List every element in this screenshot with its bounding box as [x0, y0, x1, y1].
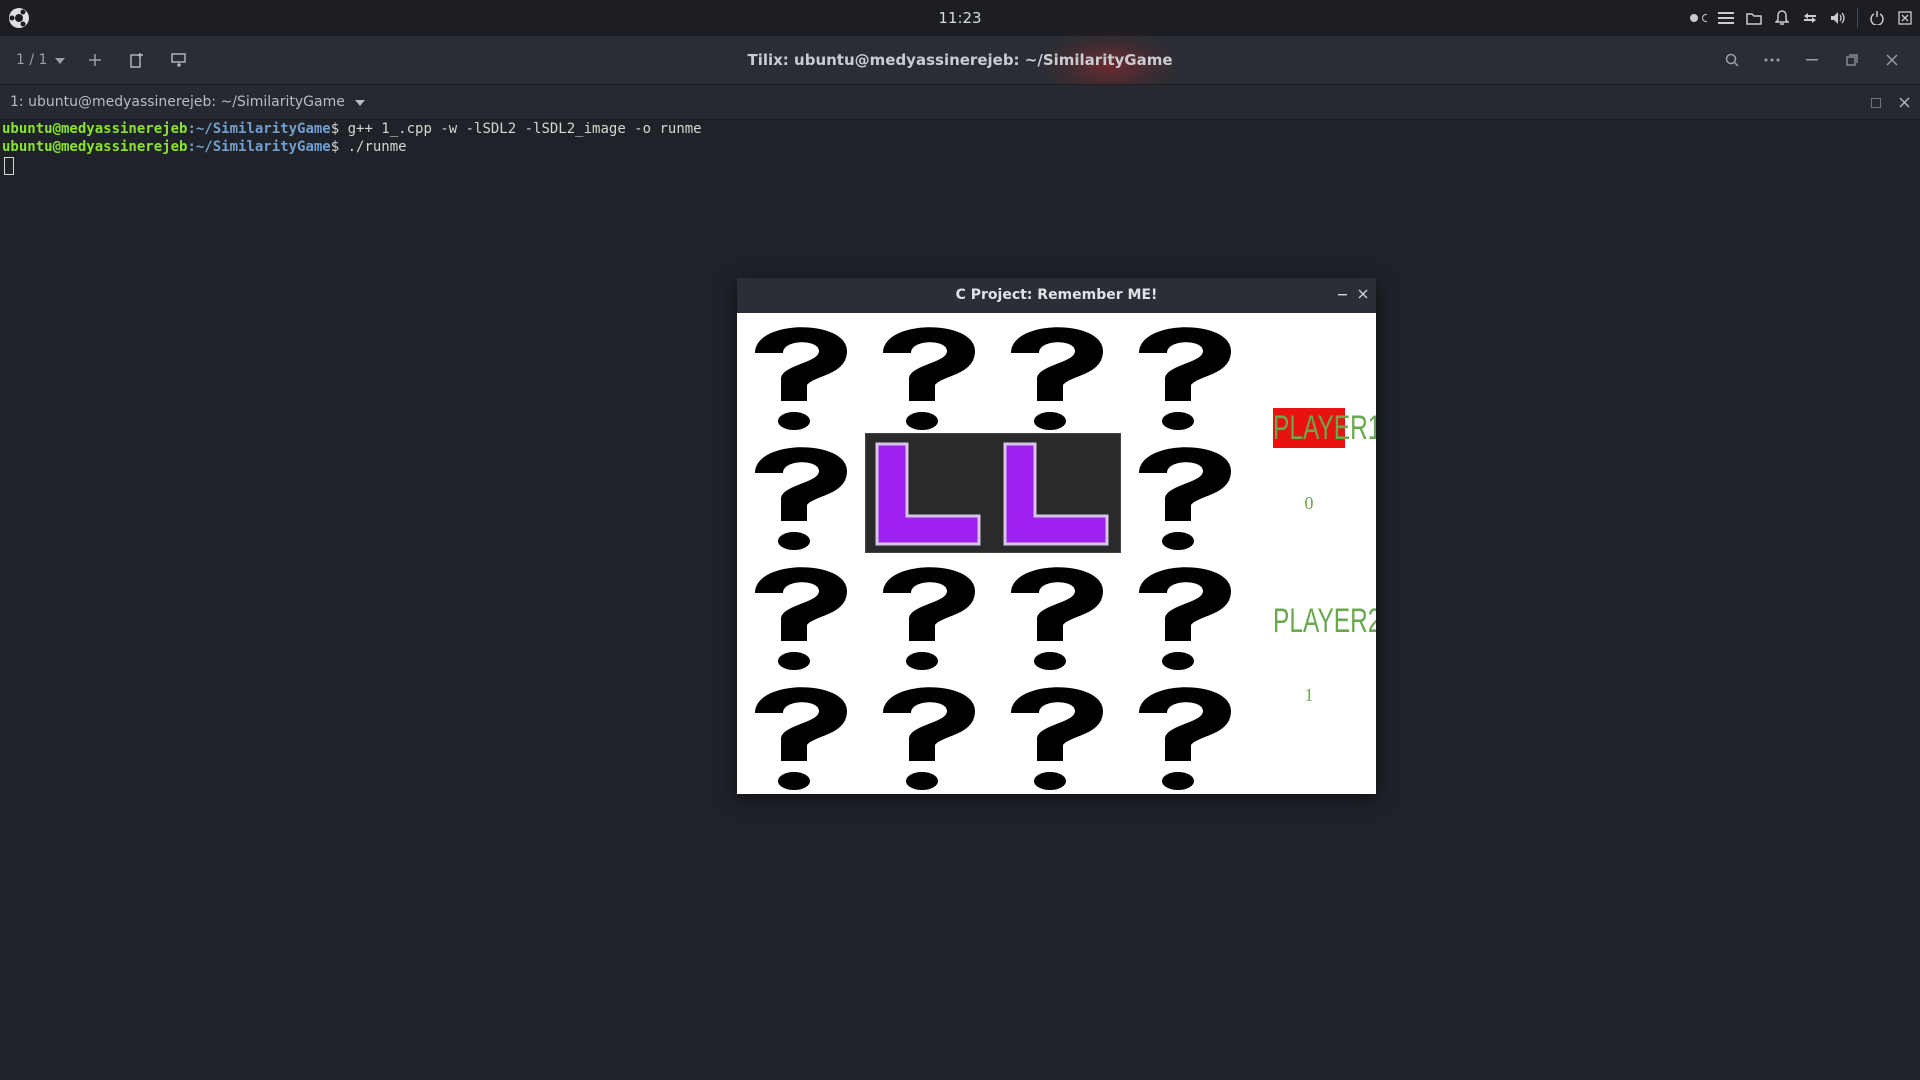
- question-mark-icon: [1011, 327, 1103, 430]
- face-down-card[interactable]: [737, 553, 865, 673]
- window-title: Tilix: ubuntu@medyassinerejeb: ~/Similar…: [747, 51, 1173, 69]
- face-down-card[interactable]: [1121, 433, 1249, 553]
- terminal-cursor: [4, 157, 14, 175]
- question-mark-icon: [755, 687, 847, 790]
- menu-lines-icon[interactable]: [1717, 9, 1735, 27]
- bell-icon[interactable]: [1773, 9, 1791, 27]
- face-down-card[interactable]: [865, 553, 993, 673]
- tilix-header-bar: 1 / 1 Tilix: ubuntu@medyassinerejeb: ~/S…: [0, 30, 1920, 100]
- question-mark-icon: [883, 567, 975, 670]
- prompt-symbol: $: [330, 139, 348, 155]
- question-mark-icon: [755, 447, 847, 550]
- minimize-icon[interactable]: [1338, 278, 1348, 313]
- question-mark-icon: [883, 687, 975, 790]
- terminal-tab-label: 1: ubuntu@medyassinerejeb: ~/SimilarityG…: [10, 94, 345, 110]
- question-mark-icon: [1011, 687, 1103, 790]
- game-window-title: C Project: Remember ME!: [955, 287, 1158, 303]
- prompt-user: ubuntu@medyassinerejeb: [2, 121, 188, 137]
- clock[interactable]: 11:23: [0, 0, 1920, 36]
- face-down-card[interactable]: [1121, 313, 1249, 433]
- face-down-card[interactable]: [993, 553, 1121, 673]
- command-text: ./runme: [347, 139, 407, 155]
- player2-score: 1: [1304, 685, 1314, 705]
- face-down-card[interactable]: [865, 673, 993, 793]
- prompt-symbol: $: [330, 121, 348, 137]
- card-letter-l[interactable]: [871, 438, 989, 550]
- volume-icon[interactable]: [1829, 9, 1847, 27]
- tray-separator: [1857, 8, 1858, 28]
- chevron-down-icon[interactable]: [354, 85, 365, 119]
- power-icon[interactable]: [1868, 9, 1886, 27]
- face-down-card[interactable]: [737, 313, 865, 433]
- close-icon[interactable]: [1874, 42, 1910, 78]
- card-letter-l[interactable]: [999, 438, 1117, 550]
- prompt-path: :~/SimilarityGame: [187, 121, 331, 137]
- session-icon[interactable]: [1896, 9, 1914, 27]
- system-top-bar: 11:23: [0, 0, 1920, 36]
- question-mark-icon: [1139, 327, 1231, 430]
- game-window-titlebar[interactable]: C Project: Remember ME!: [737, 278, 1376, 313]
- more-options-icon[interactable]: [1754, 42, 1790, 78]
- command-text: g++ 1_.cpp -w -lSDL2 -lSDL2_image -o run…: [347, 121, 702, 137]
- terminal-title-bar: 1: ubuntu@medyassinerejeb: ~/SimilarityG…: [0, 85, 1920, 120]
- search-icon[interactable]: [1714, 42, 1750, 78]
- toggle-dots-icon[interactable]: [1689, 9, 1707, 27]
- terminal-line: ubuntu@medyassinerejeb:~/SimilarityGame$…: [0, 120, 1920, 138]
- minimize-icon[interactable]: [1794, 42, 1830, 78]
- player1-score: 0: [1304, 493, 1314, 513]
- face-down-card[interactable]: [737, 673, 865, 793]
- face-down-card[interactable]: [1121, 553, 1249, 673]
- question-mark-icon: [755, 567, 847, 670]
- player1-label: PLAYER1: [1273, 408, 1376, 448]
- game-window[interactable]: C Project: Remember ME! PLAYER1 0 PLAYER…: [737, 278, 1376, 794]
- terminal-line: ubuntu@medyassinerejeb:~/SimilarityGame$…: [0, 138, 1920, 156]
- face-down-card[interactable]: [1121, 673, 1249, 793]
- face-down-card[interactable]: [993, 673, 1121, 793]
- restore-icon[interactable]: [1834, 42, 1870, 78]
- face-down-card[interactable]: [737, 433, 865, 553]
- revealed-pair: [865, 433, 1121, 553]
- prompt-user: ubuntu@medyassinerejeb: [2, 139, 188, 155]
- player2-label: PLAYER2: [1273, 602, 1376, 640]
- scoreboard: PLAYER1 0 PLAYER2 1: [1249, 313, 1376, 794]
- system-tray: [1689, 0, 1914, 36]
- face-down-card[interactable]: [993, 313, 1121, 433]
- question-mark-icon: [1011, 567, 1103, 670]
- terminal-line: [0, 156, 1920, 180]
- question-mark-icon: [755, 327, 847, 430]
- face-down-card[interactable]: [865, 313, 993, 433]
- maximize-terminal-icon[interactable]: [1871, 93, 1881, 112]
- network-icon[interactable]: [1801, 9, 1819, 27]
- question-mark-icon: [883, 327, 975, 430]
- terminal-tab[interactable]: 1: ubuntu@medyassinerejeb: ~/SimilarityG…: [10, 85, 365, 119]
- game-canvas[interactable]: PLAYER1 0 PLAYER2 1: [737, 313, 1376, 794]
- folder-icon[interactable]: [1745, 9, 1763, 27]
- question-mark-icon: [1139, 687, 1231, 790]
- question-mark-icon: [1139, 567, 1231, 670]
- close-terminal-icon[interactable]: [1899, 93, 1910, 112]
- prompt-path: :~/SimilarityGame: [187, 139, 331, 155]
- question-mark-icon: [1139, 447, 1231, 550]
- close-icon[interactable]: [1358, 278, 1368, 313]
